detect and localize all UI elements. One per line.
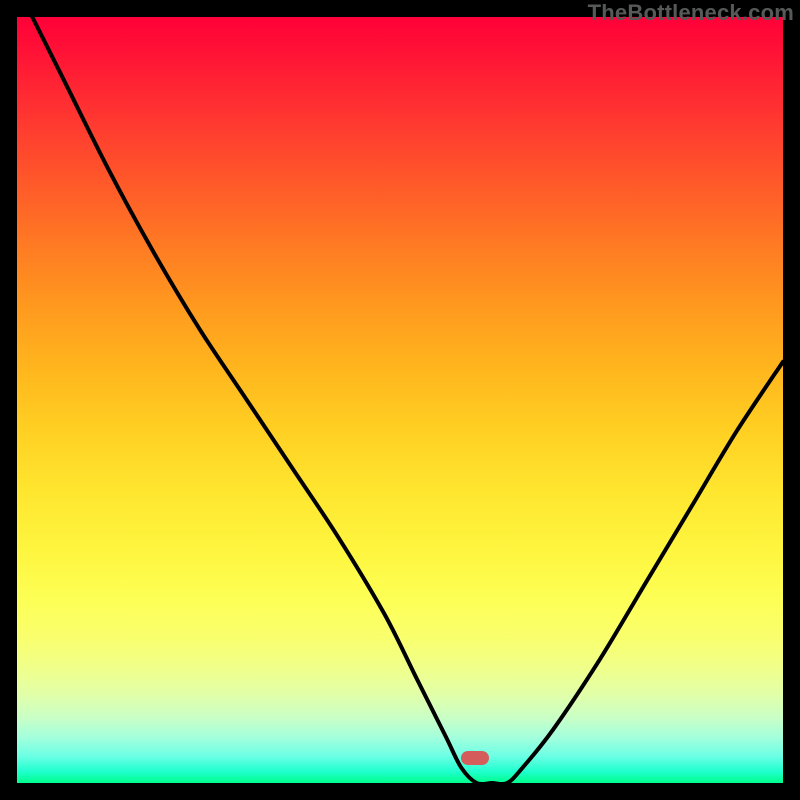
- curve-layer: [17, 17, 783, 783]
- attribution-text: TheBottleneck.com: [588, 0, 794, 26]
- chart-stage: TheBottleneck.com: [0, 0, 800, 800]
- bottleneck-curve: [17, 0, 783, 784]
- plot-area: [17, 17, 783, 783]
- optimum-marker: [461, 751, 489, 765]
